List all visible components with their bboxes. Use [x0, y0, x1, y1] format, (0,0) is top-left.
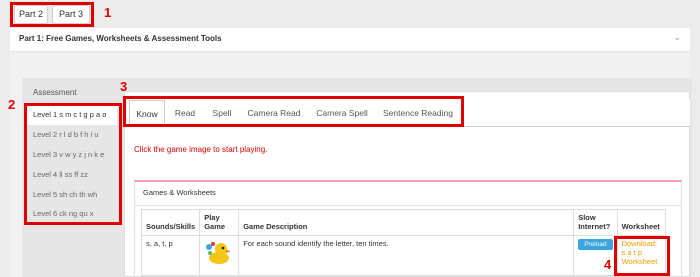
- divider: [135, 205, 681, 206]
- column-header-label: Play Game: [204, 213, 226, 231]
- play-game-cell: [199, 235, 240, 276]
- annotation-box-1: [10, 2, 94, 27]
- accordion-title: Part 1: Free Games, Worksheets & Assessm…: [19, 34, 222, 43]
- accordion-header[interactable]: Part 1: Free Games, Worksheets & Assessm…: [10, 28, 690, 52]
- annotation-box-3: [123, 96, 464, 127]
- annotation-number-4: 4: [604, 257, 612, 272]
- sounds-cell: s, a, t, p: [140, 235, 201, 276]
- instruction-text: Click the game image to start playing.: [134, 145, 268, 154]
- column-header: Worksheet: [616, 209, 666, 236]
- chevron-down-icon[interactable]: ⌄: [673, 32, 681, 43]
- annotation-number-1: 1: [104, 5, 112, 20]
- annotation-number-2: 2: [8, 97, 16, 112]
- annotation-box-4: [614, 236, 670, 276]
- column-header: Play Game: [199, 209, 240, 236]
- preload-button[interactable]: Preload: [578, 239, 613, 250]
- description-cell: For each sound identify the letter, ten …: [238, 235, 575, 276]
- annotation-number-3: 3: [120, 79, 128, 94]
- column-header: Sounds/Skills: [140, 209, 201, 236]
- annotation-box-2: [24, 103, 122, 225]
- games-worksheets-title: Games & Worksheets: [143, 188, 216, 197]
- table-header-row: Sounds/Skills Play Game Game Description…: [140, 209, 666, 236]
- games-table: Sounds/Skills Play Game Game Description…: [140, 209, 666, 276]
- assessment-heading[interactable]: Assessment: [33, 88, 77, 97]
- table-row: s, a, t, p For each sound identify the l…: [140, 235, 666, 276]
- column-header: Slow Internet?: [573, 209, 618, 236]
- column-header: Game Description: [238, 209, 575, 236]
- duck-game-icon[interactable]: [204, 239, 233, 267]
